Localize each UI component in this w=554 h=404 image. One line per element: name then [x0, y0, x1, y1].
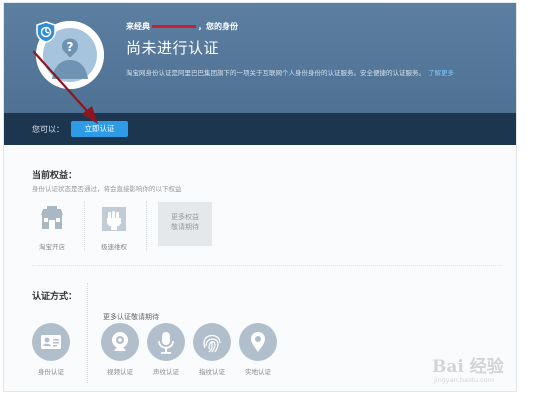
more-benefits-placeholder: 更多权益 敬请期待 [158, 202, 212, 246]
method-voiceprint[interactable]: 声纹认证 [144, 323, 188, 376]
benefit-label: 极速维权 [101, 243, 127, 251]
shop-icon [41, 206, 63, 229]
verification-status-title: 尚未进行认证 [126, 39, 220, 57]
benefit-label: 淘宝开店 [39, 243, 65, 251]
shield-icon [36, 21, 56, 43]
fist-icon [102, 207, 126, 231]
welcome-text: 来经典 ，您的身份 [126, 21, 238, 32]
method-label: 身份认证 [38, 368, 64, 376]
action-bar: 您可以： 立即认证 [4, 113, 516, 145]
benefits-subtitle: 身份认证状态是否通过，将会直接影响你的以下权益 [32, 185, 182, 193]
verification-description: 淘宝网身份认证是阿里巴巴集团旗下的一项关于互联网个人身份身份的认证服务。安全便捷… [126, 67, 454, 77]
section-divider [32, 265, 502, 266]
avatar: ? [36, 21, 104, 89]
baidu-jingyan-watermark: Bai 经验 jingyan.baidu.com [432, 350, 542, 390]
benefit-divider [84, 201, 85, 251]
benefit-divider [146, 201, 147, 251]
more-benefits-line1: 更多权益 [171, 213, 199, 221]
benefit-taobao-shop: 淘宝开店 [32, 205, 72, 251]
svg-text:?: ? [67, 40, 74, 54]
more-methods-label: 更多认证敬请期待 [103, 313, 159, 321]
method-video[interactable]: 视频认证 [98, 323, 142, 376]
microphone-icon [158, 332, 174, 354]
watermark-logo-text: Bai 经验 [432, 357, 504, 377]
webcam-icon [112, 332, 128, 351]
location-pin-icon [251, 332, 265, 352]
method-label: 实地认证 [245, 368, 271, 376]
fingerprint-icon [203, 334, 221, 353]
method-label: 视频认证 [107, 368, 133, 376]
benefit-fast-rights: 极速维权 [94, 205, 134, 251]
method-label: 指纹认证 [199, 368, 225, 376]
methods-divider [87, 283, 88, 383]
identity-verification-panel: ? 来经典 ，您的身份 尚未进行认证 淘宝网身份认证是阿里巴巴集团旗下的一项关于互… [3, 2, 517, 392]
more-benefits-line2: 敬请期待 [171, 223, 199, 231]
id-card-icon [41, 335, 61, 349]
redacted-username [152, 25, 196, 28]
method-fingerprint[interactable]: 指纹认证 [190, 323, 234, 376]
watermark-url: jingyan.baidu.com [434, 376, 494, 384]
method-on-site[interactable]: 实地认证 [236, 323, 280, 376]
method-label: 声纹认证 [153, 368, 179, 376]
verify-now-button[interactable]: 立即认证 [71, 121, 128, 137]
benefits-title: 当前权益： [32, 171, 78, 181]
welcome-prefix: 来经典 [126, 22, 150, 31]
method-identity[interactable]: 身份认证 [29, 323, 73, 376]
description-text: 淘宝网身份认证是阿里巴巴集团旗下的一项关于互联网个人身份身份的认证服务。安全便捷… [126, 69, 425, 77]
action-label: 您可以： [32, 125, 64, 134]
welcome-suffix: ，您的身份 [198, 22, 238, 31]
methods-title: 认证方式： [32, 292, 78, 302]
verification-header: ? 来经典 ，您的身份 尚未进行认证 淘宝网身份认证是阿里巴巴集团旗下的一项关于互… [4, 3, 516, 113]
learn-more-link[interactable]: 了解更多 [428, 69, 454, 77]
